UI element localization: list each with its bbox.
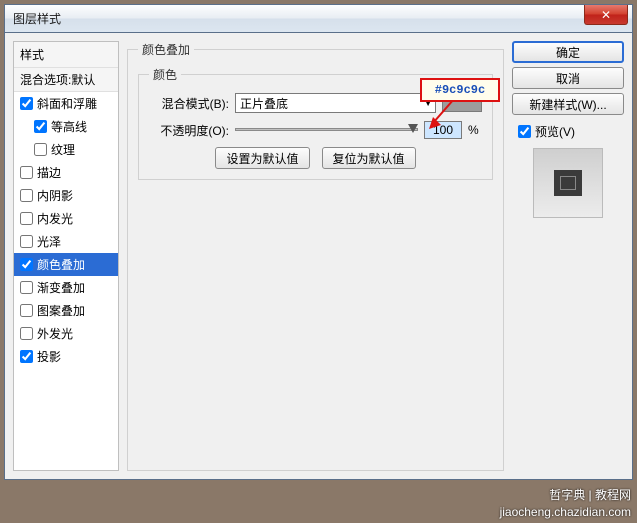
chevron-down-icon: ▼ [424,99,432,108]
style-item-texture[interactable]: 纹理 [14,138,118,161]
styles-header: 样式 [14,42,118,68]
blend-mode-select[interactable]: 正片叠底 ▼ [235,93,436,113]
checkbox[interactable] [20,281,33,294]
style-item-contour[interactable]: 等高线 [14,115,118,138]
close-icon: ✕ [601,8,611,22]
window-title: 图层样式 [13,10,61,27]
checkbox[interactable] [20,212,33,225]
preview-thumbnail [533,148,603,218]
checkbox[interactable] [20,304,33,317]
slider-thumb-icon[interactable] [408,124,418,133]
watermark-url: jiaocheng.chazidian.com [500,505,631,519]
checkbox[interactable] [34,143,47,156]
blend-options-item[interactable]: 混合选项:默认 [14,68,118,92]
action-panel: 确定 取消 新建样式(W)... 预览(V) [512,41,624,471]
opacity-label: 不透明度(O): [149,122,229,139]
ok-button[interactable]: 确定 [512,41,624,63]
opacity-slider[interactable] [235,122,418,138]
checkbox[interactable] [20,97,33,110]
styles-list: 样式 混合选项:默认 斜面和浮雕 等高线 纹理 描边 内阴影 内发光 光泽 颜色… [13,41,119,471]
watermark-text: 哲字典 | 教程网 [549,486,631,503]
style-item-innershadow[interactable]: 内阴影 [14,184,118,207]
color-swatch[interactable] [442,94,482,112]
titlebar: 图层样式 ✕ [5,5,632,33]
style-item-outerglow[interactable]: 外发光 [14,322,118,345]
checkbox[interactable] [20,350,33,363]
style-item-coloroverlay[interactable]: 颜色叠加 [14,253,118,276]
checkbox[interactable] [20,258,33,271]
style-item-stroke[interactable]: 描边 [14,161,118,184]
style-item-dropshadow[interactable]: 投影 [14,345,118,368]
checkbox[interactable] [20,189,33,202]
layer-style-dialog: 图层样式 ✕ 样式 混合选项:默认 斜面和浮雕 等高线 纹理 描边 内阴影 内发… [4,4,633,480]
checkbox[interactable] [34,120,47,133]
style-item-satin[interactable]: 光泽 [14,230,118,253]
panel-title: 颜色叠加 [138,41,194,58]
reset-default-button[interactable]: 复位为默认值 [322,147,416,169]
set-default-button[interactable]: 设置为默认值 [215,147,309,169]
style-item-patternoverlay[interactable]: 图案叠加 [14,299,118,322]
style-item-innerglow[interactable]: 内发光 [14,207,118,230]
opacity-input[interactable]: 100 [424,121,462,139]
style-item-bevel[interactable]: 斜面和浮雕 [14,92,118,115]
checkbox[interactable] [20,235,33,248]
preview-checkbox[interactable] [518,125,531,138]
checkbox[interactable] [20,327,33,340]
preview-label: 预览(V) [535,123,575,140]
settings-panel: 颜色叠加 颜色 混合模式(B): 正片叠底 ▼ 不透明度(O): [127,41,504,471]
checkbox[interactable] [20,166,33,179]
opacity-unit: % [468,123,482,137]
style-item-gradientoverlay[interactable]: 渐变叠加 [14,276,118,299]
close-button[interactable]: ✕ [584,5,628,25]
blend-mode-label: 混合模式(B): [149,95,229,112]
cancel-button[interactable]: 取消 [512,67,624,89]
preview-swatch-icon [554,170,582,196]
new-style-button[interactable]: 新建样式(W)... [512,93,624,115]
color-group-label: 颜色 [149,66,181,83]
